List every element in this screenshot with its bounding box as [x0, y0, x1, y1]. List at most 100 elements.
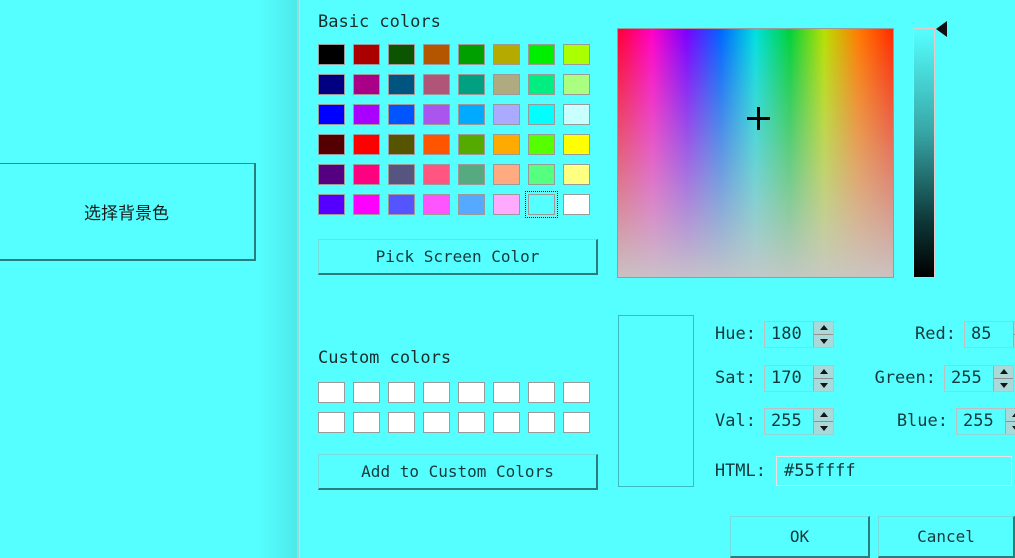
color-swatch[interactable]: [353, 74, 380, 95]
swatch-cell[interactable]: [388, 194, 423, 224]
color-swatch[interactable]: [423, 164, 450, 185]
swatch-cell[interactable]: [493, 104, 528, 134]
hue-spin-buttons[interactable]: [813, 321, 833, 347]
swatch-cell[interactable]: [353, 74, 388, 104]
color-swatch[interactable]: [353, 134, 380, 155]
color-swatch[interactable]: [388, 44, 415, 65]
color-swatch[interactable]: [458, 104, 485, 125]
swatch-cell[interactable]: [423, 74, 458, 104]
color-swatch[interactable]: [563, 194, 590, 215]
sat-spinbox[interactable]: 170: [764, 364, 834, 392]
color-swatch[interactable]: [423, 412, 450, 433]
color-swatch[interactable]: [563, 74, 590, 95]
hue-spin-down-icon[interactable]: [814, 334, 833, 347]
color-swatch[interactable]: [493, 164, 520, 185]
swatch-cell[interactable]: [528, 134, 563, 164]
value-slider-handle-icon[interactable]: [936, 21, 947, 37]
color-swatch[interactable]: [493, 412, 520, 433]
swatch-cell[interactable]: [528, 74, 563, 104]
swatch-cell[interactable]: [353, 382, 388, 412]
add-to-custom-colors-button[interactable]: Add to Custom Colors: [318, 454, 598, 490]
select-background-color-button[interactable]: 选择背景色: [0, 163, 256, 261]
swatch-cell[interactable]: [388, 44, 423, 74]
swatch-cell[interactable]: [388, 134, 423, 164]
color-crosshair-icon[interactable]: [747, 107, 770, 130]
color-swatch[interactable]: [353, 412, 380, 433]
swatch-cell[interactable]: [493, 134, 528, 164]
sat-value[interactable]: 170: [765, 368, 813, 388]
color-swatch[interactable]: [493, 382, 520, 403]
swatch-cell[interactable]: [388, 104, 423, 134]
swatch-cell[interactable]: [528, 44, 563, 74]
color-swatch[interactable]: [493, 104, 520, 125]
color-swatch[interactable]: [318, 164, 345, 185]
color-swatch[interactable]: [458, 164, 485, 185]
green-spin-buttons[interactable]: [993, 365, 1013, 391]
color-swatch[interactable]: [563, 382, 590, 403]
custom-colors-grid[interactable]: [318, 382, 598, 442]
swatch-cell[interactable]: [563, 194, 598, 224]
color-swatch[interactable]: [528, 412, 555, 433]
sat-spin-down-icon[interactable]: [814, 378, 833, 391]
color-swatch[interactable]: [528, 382, 555, 403]
swatch-cell[interactable]: [318, 412, 353, 442]
color-swatch[interactable]: [563, 104, 590, 125]
color-swatch[interactable]: [563, 134, 590, 155]
color-swatch[interactable]: [388, 412, 415, 433]
swatch-cell[interactable]: [423, 382, 458, 412]
swatch-cell[interactable]: [458, 134, 493, 164]
color-swatch[interactable]: [458, 382, 485, 403]
swatch-cell[interactable]: [563, 44, 598, 74]
blue-value[interactable]: 255: [957, 411, 1005, 431]
color-swatch[interactable]: [493, 74, 520, 95]
color-swatch[interactable]: [353, 164, 380, 185]
color-swatch[interactable]: [423, 194, 450, 215]
color-swatch[interactable]: [318, 104, 345, 125]
green-spin-up-icon[interactable]: [994, 365, 1013, 379]
swatch-cell[interactable]: [563, 104, 598, 134]
swatch-cell[interactable]: [528, 164, 563, 194]
swatch-cell[interactable]: [493, 74, 528, 104]
val-spinbox[interactable]: 255: [764, 407, 834, 435]
ok-button[interactable]: OK: [730, 516, 870, 558]
color-swatch[interactable]: [563, 412, 590, 433]
pick-screen-color-button[interactable]: Pick Screen Color: [318, 239, 598, 275]
color-swatch[interactable]: [318, 382, 345, 403]
swatch-cell[interactable]: [318, 382, 353, 412]
swatch-cell[interactable]: [493, 194, 528, 224]
green-value[interactable]: 255: [945, 368, 993, 388]
html-color-input[interactable]: #55ffff: [776, 456, 1012, 486]
swatch-cell[interactable]: [423, 134, 458, 164]
color-swatch[interactable]: [423, 382, 450, 403]
swatch-cell[interactable]: [528, 104, 563, 134]
color-swatch[interactable]: [458, 194, 485, 215]
swatch-cell[interactable]: [423, 164, 458, 194]
blue-spin-up-icon[interactable]: [1006, 408, 1015, 422]
blue-spin-buttons[interactable]: [1005, 408, 1015, 434]
swatch-cell[interactable]: [318, 164, 353, 194]
swatch-cell[interactable]: [388, 412, 423, 442]
color-swatch[interactable]: [528, 164, 555, 185]
color-swatch[interactable]: [353, 44, 380, 65]
color-swatch[interactable]: [528, 104, 555, 125]
basic-colors-grid[interactable]: [318, 44, 598, 224]
swatch-cell[interactable]: [353, 44, 388, 74]
swatch-cell[interactable]: [353, 104, 388, 134]
swatch-cell[interactable]: [458, 412, 493, 442]
color-swatch[interactable]: [318, 74, 345, 95]
swatch-cell[interactable]: [353, 412, 388, 442]
color-swatch[interactable]: [353, 104, 380, 125]
swatch-cell[interactable]: [458, 164, 493, 194]
color-swatch[interactable]: [423, 44, 450, 65]
val-spin-buttons[interactable]: [813, 408, 833, 434]
swatch-cell[interactable]: [353, 194, 388, 224]
color-swatch[interactable]: [423, 134, 450, 155]
color-swatch[interactable]: [528, 44, 555, 65]
swatch-cell[interactable]: [493, 44, 528, 74]
swatch-cell[interactable]: [353, 164, 388, 194]
swatch-cell[interactable]: [318, 74, 353, 104]
color-swatch[interactable]: [388, 382, 415, 403]
swatch-cell[interactable]: [318, 104, 353, 134]
swatch-cell[interactable]: [458, 194, 493, 224]
swatch-cell[interactable]: [318, 134, 353, 164]
